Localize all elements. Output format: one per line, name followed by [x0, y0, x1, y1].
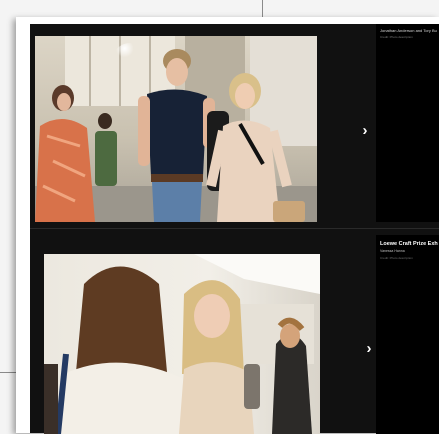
caption-credit: Credit: Photo description — [380, 256, 413, 260]
event-photo-image — [35, 36, 317, 222]
gallery-photo[interactable] — [44, 254, 320, 434]
divider-line-top — [262, 0, 263, 17]
chevron-right-icon: › — [362, 121, 368, 139]
gallery-item: › Loewe Craft Prize Exh Vanessa Hanna Cr… — [30, 228, 439, 434]
gallery-item: › Jonathan Anderson and Tory Bu Credit: … — [30, 24, 439, 228]
photo-gallery: › Jonathan Anderson and Tory Bu Credit: … — [30, 24, 439, 434]
caption-author: Vanessa Hanna — [380, 249, 405, 253]
chevron-right-icon: › — [366, 339, 372, 357]
caption-title[interactable]: Jonathan Anderson and Tory Bu — [380, 28, 437, 33]
gallery-photo[interactable] — [35, 36, 317, 222]
caption-panel: Jonathan Anderson and Tory Bu Credit: Ph… — [376, 24, 439, 222]
caption-credit: Credit: Photo description — [380, 35, 413, 39]
caption-panel: Loewe Craft Prize Exh Vanessa Hanna Cred… — [376, 235, 439, 434]
divider-line-left — [0, 372, 16, 373]
caption-title[interactable]: Loewe Craft Prize Exh — [380, 241, 438, 247]
event-photo-image — [44, 254, 320, 434]
next-arrow-button[interactable]: › — [356, 121, 374, 139]
